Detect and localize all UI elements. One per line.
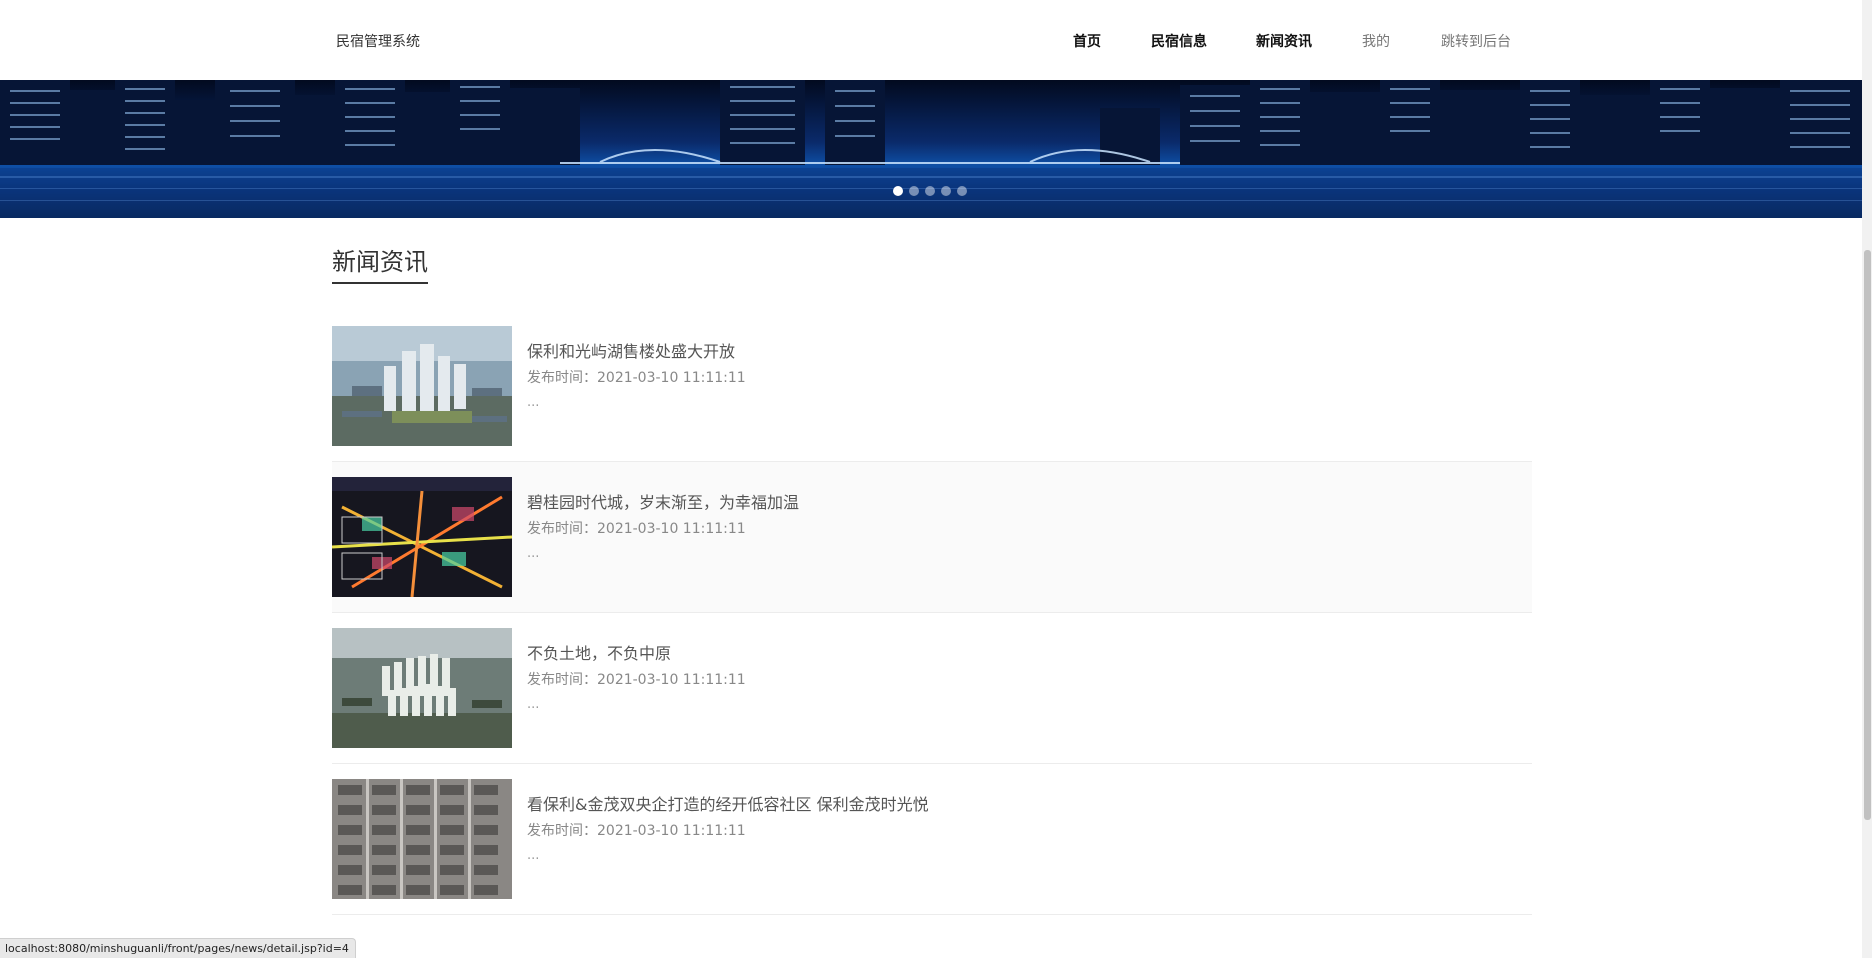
news-item[interactable]: 不负土地，不负中原 发布时间：2021-03-10 11:11:11 ...	[332, 613, 1532, 764]
news-date: 发布时间：2021-03-10 11:11:11	[527, 518, 746, 538]
news-title[interactable]: 不负土地，不负中原	[527, 640, 671, 664]
news-date-value: 2021-03-10 11:11:11	[597, 823, 746, 839]
night-map-icon[interactable]	[332, 477, 512, 597]
section-title: 新闻资讯	[332, 248, 428, 276]
apartment-facade-icon[interactable]	[332, 779, 512, 899]
aerial-towers-icon[interactable]	[332, 326, 512, 446]
news-date-label: 发布时间：	[527, 370, 597, 386]
nav-admin[interactable]: 跳转到后台	[1441, 31, 1511, 51]
news-date-label: 发布时间：	[527, 672, 597, 688]
section-title-underline	[332, 282, 428, 284]
aerial-community-icon[interactable]	[332, 628, 512, 748]
main-nav: 首页 民宿信息 新闻资讯 我的 跳转到后台	[0, 31, 1862, 51]
nav-news[interactable]: 新闻资讯	[1256, 31, 1312, 51]
news-date-value: 2021-03-10 11:11:11	[597, 672, 746, 688]
top-header: 民宿管理系统 首页 民宿信息 新闻资讯 我的 跳转到后台	[0, 0, 1862, 80]
news-excerpt: ...	[527, 546, 540, 561]
news-item[interactable]: 保利和光屿湖售楼处盛大开放 发布时间：2021-03-10 11:11:11 .…	[332, 311, 1532, 462]
banner-carousel[interactable]	[0, 80, 1862, 218]
news-title[interactable]: 看保利&金茂双央企打造的经开低容社区 保利金茂时光悦	[527, 791, 929, 815]
page: 民宿管理系统 首页 民宿信息 新闻资讯 我的 跳转到后台 新闻资讯 保利和光屿湖…	[0, 0, 1872, 958]
page-scrollbar-thumb[interactable]	[1864, 250, 1871, 820]
carousel-dot-3[interactable]	[925, 186, 935, 196]
news-date-label: 发布时间：	[527, 521, 597, 537]
news-date: 发布时间：2021-03-10 11:11:11	[527, 367, 746, 387]
nav-homestay-info[interactable]: 民宿信息	[1151, 31, 1207, 51]
news-excerpt: ...	[527, 395, 540, 410]
news-excerpt: ...	[527, 848, 540, 863]
news-list: 保利和光屿湖售楼处盛大开放 发布时间：2021-03-10 11:11:11 .…	[332, 311, 1532, 915]
nav-home[interactable]: 首页	[1073, 31, 1101, 51]
carousel-dot-1[interactable]	[893, 186, 903, 196]
news-date-value: 2021-03-10 11:11:11	[597, 521, 746, 537]
news-date-label: 发布时间：	[527, 823, 597, 839]
carousel-dot-2[interactable]	[909, 186, 919, 196]
city-night-skyline-image	[0, 80, 1862, 218]
news-date: 发布时间：2021-03-10 11:11:11	[527, 820, 746, 840]
news-item[interactable]: 碧桂园时代城，岁末渐至，为幸福加温 发布时间：2021-03-10 11:11:…	[332, 462, 1532, 613]
news-title[interactable]: 保利和光屿湖售楼处盛大开放	[527, 338, 735, 362]
news-title[interactable]: 碧桂园时代城，岁末渐至，为幸福加温	[527, 489, 799, 513]
status-bar-url: localhost:8080/minshuguanli/front/pages/…	[0, 938, 356, 958]
news-excerpt: ...	[527, 697, 540, 712]
nav-my[interactable]: 我的	[1362, 31, 1390, 51]
carousel-dot-5[interactable]	[957, 186, 967, 196]
news-date-value: 2021-03-10 11:11:11	[597, 370, 746, 386]
news-item[interactable]: 看保利&金茂双央企打造的经开低容社区 保利金茂时光悦 发布时间：2021-03-…	[332, 764, 1532, 915]
carousel-dot-4[interactable]	[941, 186, 951, 196]
news-date: 发布时间：2021-03-10 11:11:11	[527, 669, 746, 689]
